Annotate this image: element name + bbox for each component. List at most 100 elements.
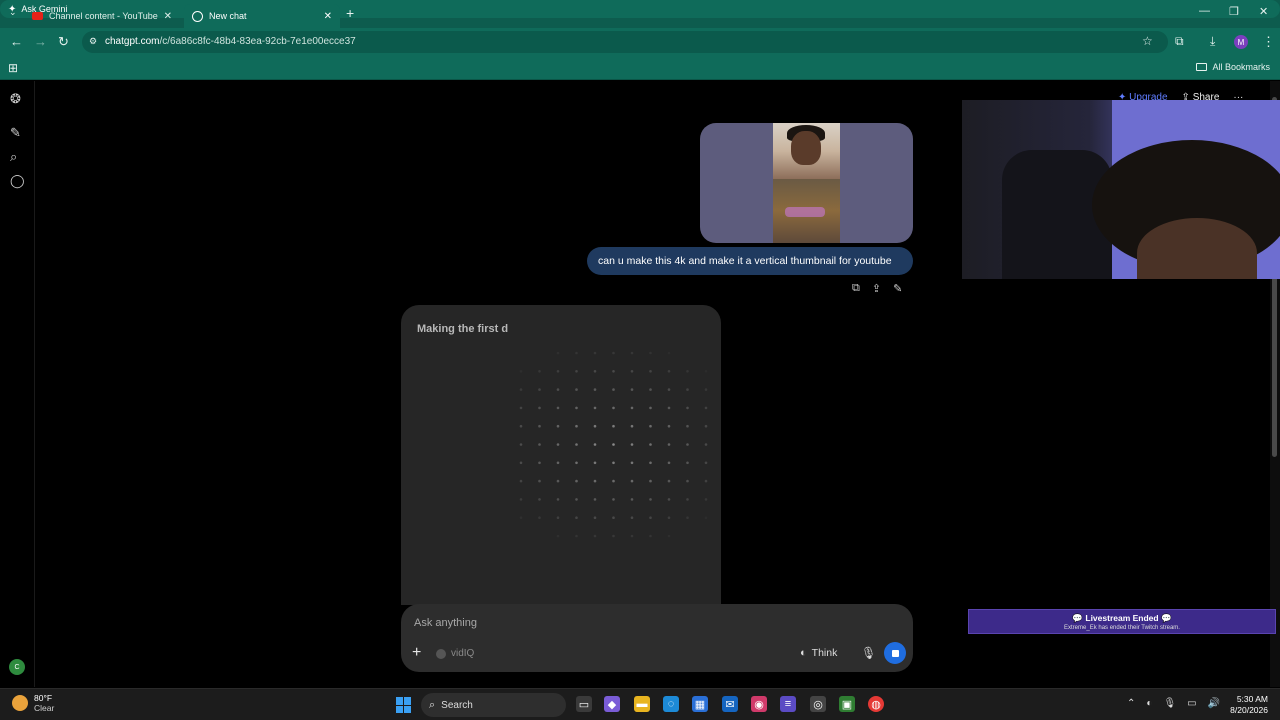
loading-dot	[556, 388, 560, 391]
search-icon[interactable]: ⌕	[10, 149, 17, 165]
loading-dot	[538, 461, 541, 465]
download-icon[interactable]: ⤓	[1210, 34, 1215, 49]
close-tab-icon[interactable]: ✕	[324, 11, 332, 22]
tab-new-chat[interactable]: New chat ✕	[184, 4, 340, 28]
game-app-icon[interactable]: ▣	[839, 696, 855, 712]
new-chat-icon[interactable]: ✎	[10, 125, 21, 141]
ask-anything-input[interactable]	[414, 617, 794, 629]
chat-bubble-icon[interactable]: ◯	[10, 173, 25, 189]
uploaded-thumbnail-image[interactable]	[773, 123, 840, 243]
tray-chevron-icon[interactable]: ⌃	[1127, 698, 1135, 709]
thumbnail-head	[791, 131, 821, 165]
loading-dot	[686, 406, 689, 410]
loading-dot	[704, 516, 708, 519]
store-icon[interactable]: ▦	[692, 696, 708, 712]
volume-icon[interactable]: 🔊	[1208, 698, 1220, 709]
loading-dot	[667, 388, 671, 391]
file-explorer-icon[interactable]: ▬	[634, 696, 650, 712]
loading-dot	[667, 406, 671, 410]
url-path: /c/6a86c8fc-48b4-83ea-92cb-7e1e00ecce37	[159, 36, 356, 47]
loading-dot	[649, 406, 652, 410]
loading-dot	[556, 479, 560, 483]
loading-dot	[538, 498, 541, 501]
address-bar[interactable]: ⚙ chatgpt.com/c/6a86c8fc-48b4-83ea-92cb-…	[82, 31, 1168, 53]
share-message-icon[interactable]: ⇪	[872, 282, 881, 295]
loading-dot	[649, 461, 652, 465]
copy-icon[interactable]: ⧉	[852, 282, 860, 295]
loading-dot	[519, 461, 523, 465]
task-view-icon[interactable]: ▭	[576, 696, 592, 712]
close-window-button[interactable]: ✕	[1259, 5, 1268, 18]
profile-avatar[interactable]: M	[1234, 35, 1248, 49]
tray-app-icon[interactable]: ◐	[1146, 698, 1152, 709]
url-text[interactable]: chatgpt.com/c/6a86c8fc-48b4-83ea-92cb-7e…	[105, 36, 356, 47]
extensions-icon[interactable]: ⧉	[1175, 34, 1184, 49]
loading-dot	[630, 424, 634, 428]
loading-dot	[667, 516, 671, 519]
loading-dot	[630, 406, 634, 410]
reload-icon[interactable]: ↻	[58, 34, 69, 50]
vidiq-icon	[436, 648, 446, 659]
edge-icon[interactable]: ◌	[663, 696, 679, 712]
think-button[interactable]: ◐ Think	[800, 647, 837, 659]
loading-dot	[612, 424, 615, 428]
loading-dot	[538, 424, 541, 428]
taskbar-clock[interactable]: 5:30 AM 8/20/2026	[1228, 694, 1268, 716]
new-tab-button[interactable]: +	[346, 5, 354, 21]
notes-app-icon[interactable]: ≡	[780, 696, 796, 712]
windows-start-icon[interactable]	[396, 697, 412, 713]
all-bookmarks-label: All Bookmarks	[1212, 62, 1270, 72]
loading-dot	[704, 479, 708, 483]
close-tab-icon[interactable]: ✕	[164, 11, 172, 22]
loading-dot	[593, 534, 597, 538]
loading-dot	[686, 461, 689, 465]
loading-dot	[704, 388, 708, 391]
taskbar-search[interactable]: ⌕ Search	[421, 693, 566, 717]
loading-dot	[538, 479, 541, 483]
vidiq-tool-chip[interactable]: vidIQ	[436, 648, 474, 659]
windows-taskbar: 80°F Clear ⌕ Search ▭ ◆ ▬ ◌ ▦ ✉ ◉ ≡ ◎ ▣ …	[0, 688, 1280, 720]
chatgpt-logo-icon[interactable]: ❂	[10, 91, 21, 107]
tab-title: Channel content - YouTube Stu	[49, 11, 159, 21]
bookmark-star-icon[interactable]: ☆	[1142, 34, 1153, 48]
livestream-ended-banner: 💬 Livestream Ended 💬 Extreme_Ek has ende…	[968, 609, 1276, 634]
browser-menu-icon[interactable]: ⋮	[1262, 34, 1275, 50]
tab-title: New chat	[209, 11, 247, 21]
loading-dot	[704, 461, 708, 465]
all-bookmarks-button[interactable]: All Bookmarks	[1196, 62, 1270, 72]
uploaded-image-bubble[interactable]	[700, 123, 913, 243]
restore-button[interactable]: ❐	[1229, 5, 1239, 18]
loading-dot	[556, 461, 560, 465]
outlook-icon[interactable]: ✉	[722, 696, 738, 712]
user-avatar[interactable]: C	[9, 659, 25, 675]
microphone-icon[interactable]: 🎙	[861, 646, 876, 660]
loading-dot	[667, 351, 671, 355]
loading-dot	[593, 388, 597, 391]
tab-search-chevron-icon[interactable]: ⌄	[9, 7, 17, 18]
stop-generating-button[interactable]	[884, 642, 906, 664]
folder-icon	[1196, 63, 1208, 71]
back-arrow-icon[interactable]: ←	[10, 34, 23, 49]
copilot-icon[interactable]: ◆	[604, 696, 620, 712]
display-icon[interactable]: ▭	[1187, 698, 1196, 709]
microphone-tray-icon[interactable]: 🎙	[1163, 698, 1176, 709]
settings-app-icon[interactable]: ◎	[810, 696, 826, 712]
loading-dot	[612, 516, 615, 519]
livestream-title: 💬 Livestream Ended 💬	[1072, 613, 1172, 623]
chrome-icon[interactable]: ◍	[868, 696, 884, 712]
loading-dot	[538, 406, 541, 410]
user-message-text: can u make this 4k and make it a vertica…	[598, 255, 892, 267]
app-icon[interactable]: ◉	[751, 696, 767, 712]
message-actions: ⧉ ⇪ ✎	[852, 282, 902, 295]
weather-widget[interactable]: 80°F Clear	[12, 693, 54, 713]
add-attachment-button[interactable]: +	[412, 644, 421, 662]
tab-youtube-studio[interactable]: Channel content - YouTube Stu ✕	[24, 4, 180, 28]
site-info-icon[interactable]: ⚙	[89, 36, 97, 47]
edit-pencil-icon[interactable]: ✎	[893, 282, 902, 295]
minimize-button[interactable]: —	[1199, 5, 1210, 17]
loading-dot	[686, 388, 689, 391]
loading-dot	[649, 534, 652, 538]
chatgpt-icon	[192, 10, 203, 22]
forward-arrow-icon[interactable]: →	[34, 34, 47, 49]
apps-grid-icon[interactable]: ⊞	[8, 61, 18, 75]
